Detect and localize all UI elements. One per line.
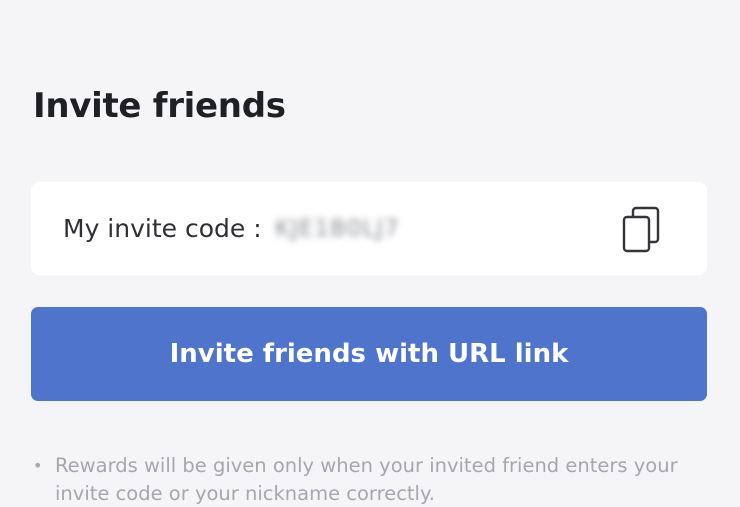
- invite-with-url-button[interactable]: Invite friends with URL link: [31, 307, 707, 401]
- invite-friends-page: Invite friends My invite code : KJE1B0LJ…: [0, 0, 740, 507]
- page-title: Invite friends: [33, 86, 286, 126]
- rewards-note: • Rewards will be given only when your i…: [33, 452, 703, 507]
- invite-code-card: My invite code : KJE1B0LJ7: [31, 182, 707, 275]
- copy-button[interactable]: [621, 206, 665, 254]
- note-bullet: •: [33, 456, 43, 475]
- copy-icon: [622, 206, 660, 253]
- note-text: Rewards will be given only when your inv…: [55, 454, 678, 505]
- invite-code-label: My invite code :: [63, 214, 262, 243]
- invite-code-value: KJE1B0LJ7: [275, 216, 400, 242]
